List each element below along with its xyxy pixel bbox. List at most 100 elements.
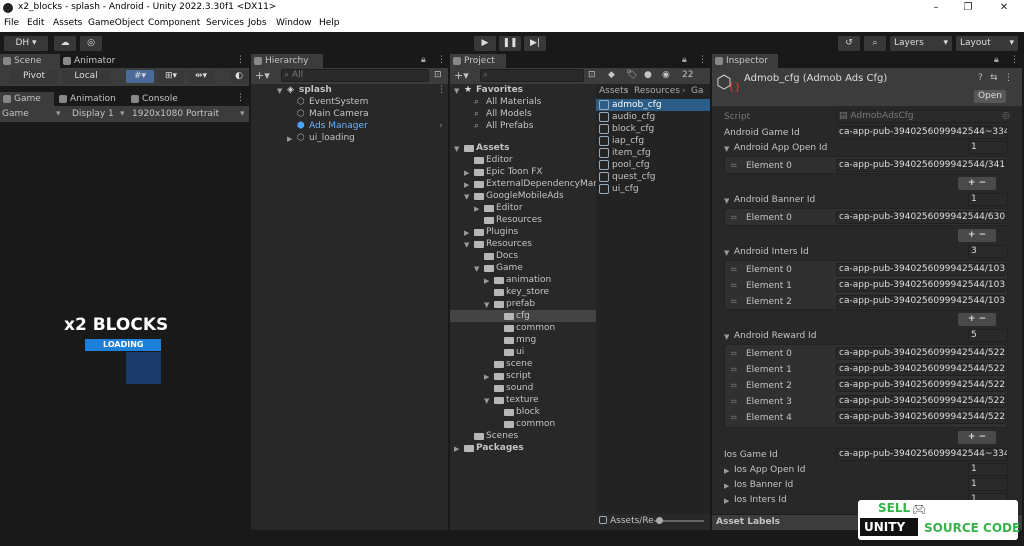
menu-help[interactable]: Help	[319, 18, 340, 28]
element-input[interactable]: ca-app-pub-3940256099942544/630	[836, 211, 1006, 224]
expand-arrow-icon[interactable]: ▶	[287, 135, 292, 143]
favorite-item[interactable]: All Models	[486, 109, 532, 119]
drag-handle-icon[interactable]: =	[730, 213, 738, 223]
element-input[interactable]: ca-app-pub-3940256099942544/103	[836, 263, 1006, 276]
favorites-header[interactable]: Favorites	[476, 85, 523, 95]
file-item[interactable]: pool_cfg	[612, 160, 650, 170]
menu-services[interactable]: Services	[206, 18, 244, 28]
expand-arrow-icon[interactable]: ▼	[724, 249, 729, 257]
hierarchy-item[interactable]: Main Camera	[309, 109, 369, 119]
breadcrumb-item[interactable]: Assets	[599, 86, 628, 96]
expand-arrow-icon[interactable]: ▼	[454, 145, 459, 153]
help-icon[interactable]: ?	[978, 73, 983, 83]
expand-arrow-icon[interactable]: ▶	[464, 169, 469, 177]
expand-arrow-icon[interactable]: ▼	[454, 87, 459, 95]
folder-item[interactable]: scene	[506, 359, 532, 369]
drag-handle-icon[interactable]: =	[730, 381, 738, 391]
expand-arrow-icon[interactable]: ▶	[724, 497, 729, 505]
display-dropdown[interactable]: Display 1	[72, 109, 114, 119]
chevron-right-icon[interactable]: ›	[439, 121, 443, 131]
drag-handle-icon[interactable]: =	[730, 297, 738, 307]
drag-handle-icon[interactable]: =	[730, 161, 738, 171]
expand-arrow-icon[interactable]: ▶	[724, 467, 729, 475]
folder-item[interactable]: Resources	[486, 239, 532, 249]
game-view-dropdown[interactable]: Game	[2, 109, 29, 119]
more-icon[interactable]: ⋮	[437, 85, 446, 95]
slider-handle[interactable]	[656, 517, 663, 524]
inters-size-input[interactable]: 3	[968, 245, 1008, 258]
filter-icon[interactable]: ◆	[608, 70, 615, 80]
drag-handle-icon[interactable]: =	[730, 281, 738, 291]
file-item[interactable]: quest_cfg	[612, 172, 656, 182]
folder-item[interactable]: prefab	[506, 299, 535, 309]
expand-arrow-icon[interactable]: ▼	[474, 265, 479, 273]
folder-item[interactable]: Resources	[496, 215, 542, 225]
menu-file[interactable]: File	[4, 18, 19, 28]
file-item-selected[interactable]: admob_cfg	[612, 100, 662, 110]
expand-arrow-icon[interactable]: ▶	[464, 181, 469, 189]
layers-dropdown[interactable]: Layers ▾	[890, 36, 952, 51]
app-open-size-input[interactable]: 1	[968, 141, 1008, 154]
breadcrumb-item[interactable]: Ga	[691, 86, 704, 96]
visibility-icon[interactable]: ◉	[662, 70, 670, 80]
tab-scene[interactable]: Scene	[0, 54, 60, 68]
add-element-button[interactable]: +	[968, 178, 976, 188]
expand-arrow-icon[interactable]: ▶	[484, 373, 489, 381]
folder-item[interactable]: ui	[516, 347, 524, 357]
more-icon[interactable]: ⋮	[1010, 55, 1019, 65]
element-input[interactable]: ca-app-pub-3940256099942544/522	[836, 411, 1006, 424]
expand-arrow-icon[interactable]: ▶	[454, 445, 459, 453]
menu-jobs[interactable]: Jobs	[248, 18, 267, 28]
element-input[interactable]: ca-app-pub-3940256099942544/341	[836, 159, 1006, 172]
step-button[interactable]: ▶|	[524, 36, 546, 51]
assets-header[interactable]: Assets	[476, 143, 509, 153]
resolution-dropdown[interactable]: 1920x1080 Portrait	[132, 109, 219, 119]
play-button[interactable]: ▶	[474, 36, 496, 51]
menu-gameobject[interactable]: GameObject	[88, 18, 144, 28]
expand-arrow-icon[interactable]: ▼	[484, 301, 489, 309]
breadcrumb-item[interactable]: Resources	[634, 86, 680, 96]
remove-element-button[interactable]: −	[979, 432, 987, 442]
minimize-button[interactable]: –	[928, 1, 944, 15]
account-button[interactable]: DH ▾	[4, 36, 48, 51]
hierarchy-item[interactable]: ui_loading	[309, 133, 355, 143]
search-icon[interactable]: ⌕	[864, 36, 886, 51]
folder-item[interactable]: common	[516, 419, 555, 429]
folder-item[interactable]: key_store	[506, 287, 549, 297]
project-search-input[interactable]: ⌕	[480, 69, 584, 82]
create-button[interactable]: +▾	[255, 69, 270, 82]
android-game-id-input[interactable]: ca-app-pub-3940256099942544~334	[836, 126, 1008, 139]
drag-handle-icon[interactable]: =	[730, 397, 738, 407]
add-element-button[interactable]: +	[968, 230, 976, 240]
element-input[interactable]: ca-app-pub-3940256099942544/103	[836, 279, 1006, 292]
search-by-type-icon[interactable]: ⊡	[588, 70, 596, 80]
more-icon[interactable]: ⋮	[236, 93, 245, 103]
expand-arrow-icon[interactable]: ▼	[464, 241, 469, 249]
expand-arrow-icon[interactable]: ▼	[724, 145, 729, 153]
tab-hierarchy[interactable]: Hierarchy	[251, 54, 323, 68]
file-item[interactable]: iap_cfg	[612, 136, 644, 146]
expand-arrow-icon[interactable]: ▶	[474, 205, 479, 213]
game-viewport[interactable]: x2 BLOCKS LOADING	[12, 124, 238, 528]
warning-icon[interactable]: ●	[644, 70, 652, 80]
more-icon[interactable]: ⋮	[236, 55, 245, 65]
drag-handle-icon[interactable]: =	[730, 349, 738, 359]
folder-item[interactable]: Editor	[486, 155, 513, 165]
element-input[interactable]: ca-app-pub-3940256099942544/522	[836, 363, 1006, 376]
tab-animator[interactable]: Animator	[60, 54, 130, 68]
scene-name[interactable]: splash	[299, 85, 332, 95]
local-button[interactable]: Local	[62, 70, 110, 83]
menu-window[interactable]: Window	[276, 18, 312, 28]
folder-item-selected[interactable]: cfg	[516, 311, 530, 321]
ios-game-id-input[interactable]: ca-app-pub-3940256099942544~334	[836, 448, 1008, 461]
remove-element-button[interactable]: −	[979, 230, 987, 240]
folder-item[interactable]: Plugins	[486, 227, 518, 237]
folder-item[interactable]: animation	[506, 275, 551, 285]
remove-element-button[interactable]: −	[979, 314, 987, 324]
expand-arrow-icon[interactable]: ▼	[464, 193, 469, 201]
remove-element-button[interactable]: −	[979, 178, 987, 188]
create-button[interactable]: +▾	[454, 69, 469, 82]
hierarchy-search-input[interactable]: ⌕ All	[281, 69, 429, 82]
element-input[interactable]: ca-app-pub-3940256099942544/103	[836, 295, 1006, 308]
more-icon[interactable]: ⋮	[1004, 73, 1013, 83]
